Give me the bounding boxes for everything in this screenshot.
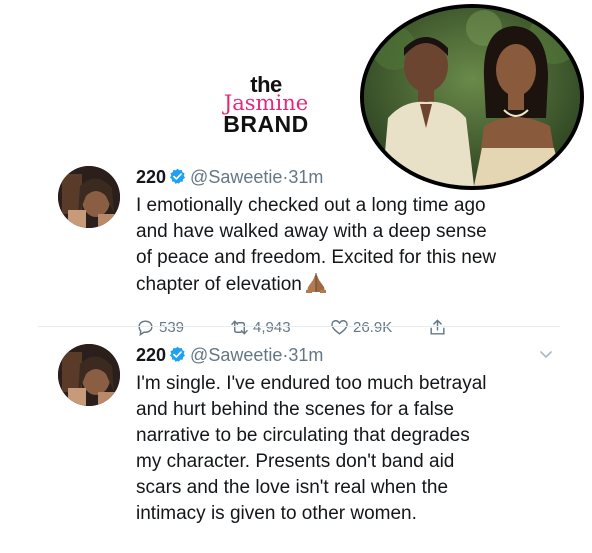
tweet-text: I emotionally checked out a long time ag…: [136, 193, 556, 298]
tweet-header: 220 @Saweetie·31m: [136, 344, 556, 368]
avatar[interactable]: [58, 344, 120, 406]
timestamp[interactable]: 31m: [288, 345, 323, 365]
reply-icon: [138, 320, 153, 337]
handle[interactable]: @Saweetie: [190, 345, 282, 365]
tweet-text-line: and hurt behind the scenes for a false: [136, 399, 454, 420]
retweet-button[interactable]: 4,943: [230, 318, 291, 337]
heart-icon: [331, 320, 348, 335]
share-button[interactable]: [428, 318, 451, 337]
timestamp[interactable]: 31m: [288, 167, 323, 187]
display-name[interactable]: 220: [136, 167, 166, 187]
verified-badge-icon: [170, 168, 186, 184]
retweet-icon: [231, 320, 248, 335]
reply-count: 539: [159, 319, 185, 336]
tweet-text-line: chapter of elevation: [136, 274, 302, 295]
verified-badge-icon: [170, 346, 186, 362]
tweet-text-line: I emotionally checked out a long time ag…: [136, 195, 486, 216]
tweet-text-line: narrative to be circulating that degrade…: [136, 425, 470, 446]
tweet-divider: [38, 326, 560, 327]
reply-button[interactable]: 539: [136, 318, 184, 337]
brand-logo-brand: BRAND: [223, 111, 309, 137]
chevron-down-icon[interactable]: [538, 346, 554, 362]
share-icon: [430, 319, 445, 335]
tweet-actions: 539 4,943 26.9K: [136, 318, 466, 340]
tweet-text-line: my character. Presents don't band aid: [136, 451, 455, 472]
handle[interactable]: @Saweetie: [190, 167, 282, 187]
like-count: 26.9K: [353, 319, 393, 336]
avatar-image: [58, 166, 120, 228]
couple-photo: [360, 4, 584, 190]
tweet-text-line: of peace and freedom. Excited for this n…: [136, 247, 497, 268]
folded-hands-emoji-icon: [305, 273, 326, 293]
brand-logo: the Jasmine BRAND: [214, 74, 318, 136]
tweet-text-line: scars and the love isn't real when the: [136, 477, 449, 498]
tweet-text-line: I'm single. I've endured too much betray…: [136, 373, 487, 394]
tweet-text-line: intimacy is given to other women.: [136, 503, 417, 524]
like-button[interactable]: 26.9K: [330, 318, 392, 337]
couple-photo-image: [364, 8, 580, 186]
display-name[interactable]: 220: [136, 345, 166, 365]
avatar[interactable]: [58, 166, 120, 228]
tweet-2[interactable]: 220 @Saweetie·31m I'm single. I've endure…: [58, 344, 558, 544]
tweet-1[interactable]: 220 @Saweetie·31m I emotionally checked o…: [58, 166, 558, 337]
tweet-text: I'm single. I've endured too much betray…: [136, 371, 556, 527]
retweet-count: 4,943: [253, 319, 291, 336]
avatar-image: [58, 344, 120, 406]
tweet-header: 220 @Saweetie·31m: [136, 166, 556, 190]
tweet-text-line: and have walked away with a deep sense: [136, 221, 487, 242]
